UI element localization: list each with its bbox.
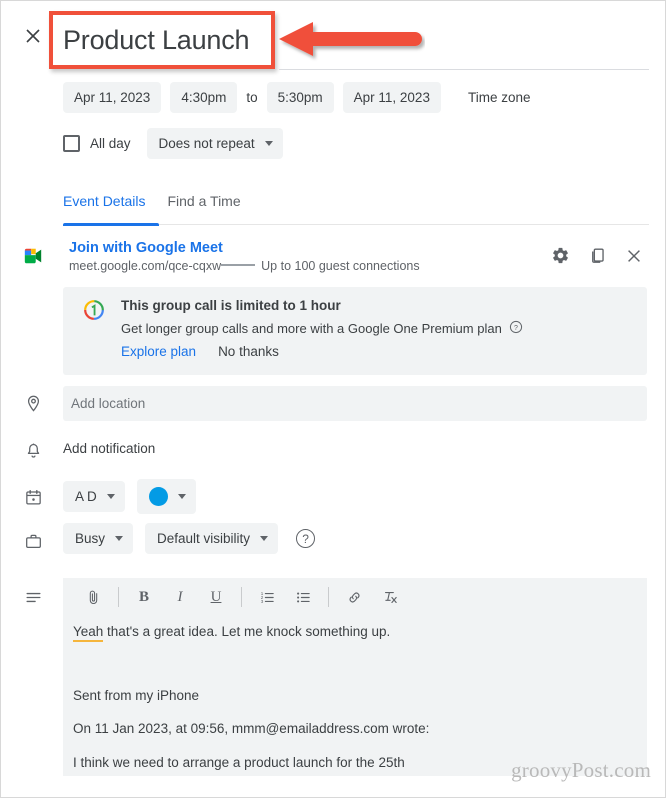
google-meet-icon xyxy=(21,244,45,268)
remove-meet-close-icon[interactable] xyxy=(625,247,643,265)
calendar-owner-label: A D xyxy=(75,489,97,504)
meet-actions xyxy=(551,246,643,265)
title-row: Product Launch xyxy=(1,1,666,73)
event-editor-page: Product Launch Apr 11, 2023 4:30pm to 5:… xyxy=(0,0,666,798)
chevron-down-icon xyxy=(264,141,273,146)
description-line-3: On 11 Jan 2023, at 09:56, mmm@emailaddre… xyxy=(73,721,430,737)
tab-event-details[interactable]: Event Details xyxy=(63,193,145,219)
tab-active-indicator xyxy=(63,223,159,226)
remove-formatting-icon[interactable] xyxy=(372,582,408,612)
toolbar-divider xyxy=(328,587,329,607)
chevron-down-icon xyxy=(177,494,186,499)
calendar-icon xyxy=(21,485,45,509)
calendar-owner-dropdown[interactable]: A D xyxy=(63,481,125,512)
italic-icon[interactable]: I xyxy=(162,582,198,612)
explore-plan-button[interactable]: Explore plan xyxy=(121,344,196,359)
close-dialog-button[interactable] xyxy=(21,24,45,48)
copy-icon[interactable] xyxy=(588,246,607,265)
description-blank-line xyxy=(73,656,637,686)
numbered-list-icon[interactable]: 1 2 3 xyxy=(249,582,285,612)
tab-bar-divider xyxy=(159,224,649,225)
add-notification-button[interactable]: Add notification xyxy=(63,441,155,456)
misspelled-word: Yeah xyxy=(73,624,104,642)
repeat-dropdown[interactable]: Does not repeat xyxy=(146,128,283,159)
editor-toolbar: B I U 1 2 3 xyxy=(63,578,647,616)
help-circle-icon[interactable]: ? xyxy=(509,320,523,337)
join-google-meet-link[interactable]: Join with Google Meet xyxy=(69,240,223,256)
meet-url-text: meet.google.com/qce-cqxw xyxy=(69,259,222,273)
start-time-chip[interactable]: 4:30pm xyxy=(170,82,238,113)
to-label: to xyxy=(246,90,258,105)
tab-find-a-time[interactable]: Find a Time xyxy=(167,193,240,219)
meet-guest-note: Up to 100 guest connections xyxy=(261,259,420,273)
busy-dropdown-label: Busy xyxy=(75,531,106,546)
all-day-label: All day xyxy=(90,136,131,151)
promo-subtitle: Get longer group calls and more with a G… xyxy=(121,321,502,336)
datetime-row: Apr 11, 2023 4:30pm to 5:30pm Apr 11, 20… xyxy=(63,82,530,113)
description-line-1-rest: that's a great idea. Let me knock someth… xyxy=(103,624,391,639)
availability-help-icon[interactable]: ? xyxy=(296,529,316,548)
allday-repeat-row: All day Does not repeat xyxy=(63,128,283,159)
location-input[interactable]: Add location xyxy=(63,386,647,421)
start-date-chip[interactable]: Apr 11, 2023 xyxy=(63,82,162,113)
watermark: groovyPost.com xyxy=(511,758,651,782)
promo-subtitle-row: Get longer group calls and more with a G… xyxy=(121,320,523,337)
chevron-down-icon xyxy=(260,536,269,541)
visibility-dropdown[interactable]: Default visibility xyxy=(145,523,279,554)
location-pin-icon xyxy=(21,391,45,415)
underline-icon[interactable]: U xyxy=(198,582,234,612)
tab-bar: Event Details Find a Time xyxy=(63,193,241,219)
briefcase-icon xyxy=(21,529,45,553)
no-thanks-button[interactable]: No thanks xyxy=(218,344,279,359)
toolbar-divider xyxy=(241,587,242,607)
meet-url-redaction xyxy=(221,264,256,266)
bell-icon xyxy=(21,439,45,463)
end-date-chip[interactable]: Apr 11, 2023 xyxy=(342,82,441,113)
timezone-button[interactable]: Time zone xyxy=(468,90,531,105)
repeat-dropdown-label: Does not repeat xyxy=(158,136,255,151)
event-color-dropdown[interactable] xyxy=(136,479,196,514)
chevron-down-icon xyxy=(106,494,115,499)
meet-url-row: meet.google.com/qce-cqxw Up to 100 guest… xyxy=(69,259,420,273)
title-underline-divider xyxy=(279,69,649,70)
link-icon[interactable] xyxy=(336,582,372,612)
gear-icon[interactable] xyxy=(551,246,570,265)
availability-row: Busy Default visibility ? xyxy=(63,523,316,554)
description-editor: B I U 1 2 3 Yeah that's a great idea. Le… xyxy=(63,578,647,776)
busy-dropdown[interactable]: Busy xyxy=(63,523,134,554)
svg-text:?: ? xyxy=(514,325,518,332)
chevron-down-icon xyxy=(115,536,124,541)
event-title-field[interactable]: Product Launch xyxy=(49,11,275,69)
google-one-icon xyxy=(83,299,105,326)
calendar-color-row: A D xyxy=(63,479,196,514)
visibility-dropdown-label: Default visibility xyxy=(157,531,251,546)
bold-icon[interactable]: B xyxy=(126,582,162,612)
bulleted-list-icon[interactable] xyxy=(285,582,321,612)
promo-actions: Explore plan No thanks xyxy=(121,344,279,359)
all-day-checkbox[interactable] xyxy=(63,135,80,152)
event-title-value: Product Launch xyxy=(63,24,250,55)
attach-icon[interactable] xyxy=(75,582,111,612)
google-one-promo-card: This group call is limited to 1 hour Get… xyxy=(63,287,647,375)
promo-title: This group call is limited to 1 hour xyxy=(121,298,341,313)
end-time-chip[interactable]: 5:30pm xyxy=(266,82,334,113)
toolbar-divider xyxy=(118,587,119,607)
event-color-swatch xyxy=(148,487,168,506)
description-line-1: Yeah that's a great idea. Let me knock s… xyxy=(73,622,637,642)
description-lines-icon xyxy=(21,585,45,609)
description-body[interactable]: Yeah that's a great idea. Let me knock s… xyxy=(63,616,647,772)
description-line-2: Sent from my iPhone xyxy=(73,687,200,703)
svg-text:3: 3 xyxy=(260,598,263,603)
